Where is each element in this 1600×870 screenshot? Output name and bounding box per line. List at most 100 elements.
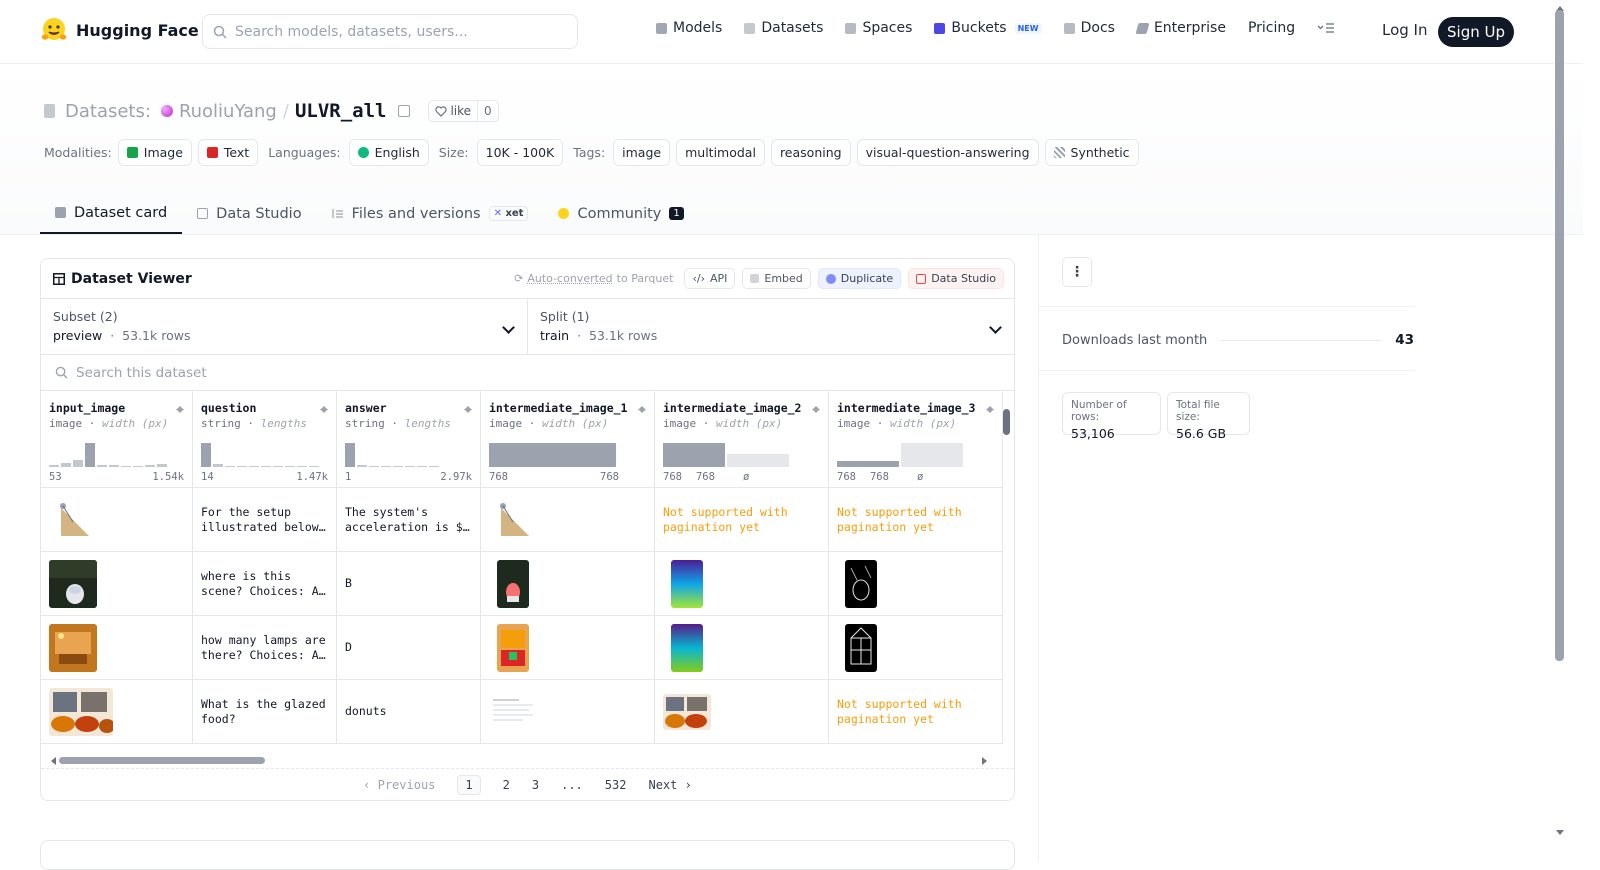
split-select[interactable]: Split (1) train · 53.1k rows bbox=[527, 299, 1014, 354]
sort-icon[interactable] bbox=[986, 402, 994, 414]
cell-image-thumbnail[interactable] bbox=[671, 623, 703, 672]
histogram-bar[interactable] bbox=[273, 466, 283, 467]
page-button-1[interactable]: 1 bbox=[457, 774, 481, 795]
nav-docs[interactable]: Docs bbox=[1063, 20, 1115, 36]
like-button[interactable]: like 0 bbox=[428, 100, 499, 122]
nav-datasets[interactable]: Datasets bbox=[744, 20, 823, 36]
sort-icon[interactable] bbox=[638, 402, 646, 414]
table-horizontal-scrollbar[interactable] bbox=[44, 755, 988, 765]
table-cell[interactable] bbox=[481, 680, 654, 744]
tag-image[interactable]: image bbox=[613, 139, 671, 166]
table-cell[interactable]: Not supported with pagination yet bbox=[829, 680, 1002, 744]
tab-community[interactable]: Community 1 bbox=[543, 193, 698, 234]
table-cell[interactable]: For the setup illustrated below… bbox=[193, 488, 336, 552]
table-cell[interactable] bbox=[41, 616, 192, 680]
cell-image-thumbnail[interactable] bbox=[663, 693, 711, 730]
histogram-bar[interactable] bbox=[97, 465, 107, 467]
cell-image-thumbnail[interactable] bbox=[489, 495, 537, 544]
cell-image-thumbnail[interactable] bbox=[49, 559, 97, 608]
cell-image-thumbnail[interactable] bbox=[49, 623, 97, 672]
tag-size[interactable]: 10K - 100K bbox=[476, 139, 564, 166]
histogram-null-bar[interactable] bbox=[727, 454, 789, 467]
nav-buckets[interactable]: Buckets NEW bbox=[934, 20, 1042, 36]
vertical-scroll-thumb[interactable] bbox=[1003, 409, 1010, 435]
repo-owner-link[interactable]: RuoliuYang bbox=[179, 101, 277, 122]
previous-page-button[interactable]: ‹ Previous bbox=[363, 778, 435, 792]
page-scrollbar-thumb[interactable] bbox=[1555, 10, 1564, 661]
api-button[interactable]: ‹/› API bbox=[684, 268, 736, 289]
histogram-bar[interactable] bbox=[49, 465, 59, 467]
table-vertical-scrollbar[interactable] bbox=[1002, 398, 1012, 746]
table-cell[interactable]: D bbox=[337, 616, 480, 680]
histogram-bar[interactable] bbox=[369, 466, 379, 467]
table-cell[interactable] bbox=[41, 680, 192, 744]
histogram-bar[interactable] bbox=[285, 466, 295, 467]
tag-language-english[interactable]: English bbox=[348, 139, 429, 166]
histogram-bar[interactable] bbox=[357, 465, 367, 467]
cell-image-thumbnail[interactable] bbox=[49, 495, 97, 544]
data-studio-button[interactable]: Data Studio bbox=[908, 268, 1004, 289]
table-cell[interactable]: Not supported with pagination yet bbox=[829, 488, 1002, 552]
more-options-button[interactable]: ⋮ bbox=[1062, 257, 1092, 287]
page-scroll-down-arrow-icon[interactable] bbox=[1556, 830, 1564, 839]
histogram-bar[interactable] bbox=[309, 466, 319, 467]
histogram-bar[interactable] bbox=[213, 464, 223, 467]
histogram-bar[interactable] bbox=[663, 443, 725, 467]
histogram-bar[interactable] bbox=[225, 466, 235, 467]
repo-name-link[interactable]: ULVR_all bbox=[295, 100, 387, 122]
tab-data-studio[interactable]: Data Studio bbox=[182, 193, 316, 234]
cell-image-thumbnail[interactable] bbox=[489, 695, 537, 728]
cell-image-thumbnail[interactable] bbox=[49, 687, 113, 736]
nav-enterprise[interactable]: Enterprise bbox=[1135, 20, 1226, 36]
tag-modality-text[interactable]: Text bbox=[197, 139, 259, 166]
table-cell[interactable]: where is this scene? Choices: A… bbox=[193, 552, 336, 616]
histogram-bar[interactable] bbox=[145, 465, 155, 467]
login-link[interactable]: Log In bbox=[1382, 21, 1428, 39]
page-button-2[interactable]: 2 bbox=[503, 778, 510, 792]
cell-image-thumbnail[interactable] bbox=[845, 623, 877, 672]
sort-icon[interactable] bbox=[812, 402, 820, 414]
table-cell[interactable]: The system's acceleration is $… bbox=[337, 488, 480, 552]
histogram-bar[interactable] bbox=[381, 466, 391, 467]
column-header[interactable]: intermediate_image_3 image · width (px) … bbox=[829, 391, 1002, 488]
page-button-last[interactable]: 532 bbox=[605, 778, 627, 792]
histogram-bar[interactable] bbox=[85, 443, 95, 467]
auto-converted-note[interactable]: ⟳ Auto-converted to Parquet bbox=[514, 272, 673, 285]
horizontal-scroll-thumb[interactable] bbox=[59, 757, 265, 764]
histogram-bar[interactable] bbox=[109, 465, 119, 467]
histogram-bar[interactable] bbox=[157, 464, 167, 467]
copy-icon[interactable] bbox=[398, 105, 411, 117]
table-cell[interactable]: donuts bbox=[337, 680, 480, 744]
table-cell[interactable] bbox=[481, 488, 654, 552]
table-cell[interactable] bbox=[655, 552, 828, 616]
global-search-input[interactable]: Search models, datasets, users... bbox=[202, 14, 578, 49]
scroll-right-arrow-icon[interactable] bbox=[982, 757, 991, 765]
histogram-bar[interactable] bbox=[61, 463, 71, 467]
histogram-bar[interactable] bbox=[261, 466, 271, 467]
histogram-bar[interactable] bbox=[405, 466, 415, 467]
tag-modality-image[interactable]: Image bbox=[117, 139, 192, 166]
embed-button[interactable]: Embed bbox=[742, 268, 811, 289]
histogram-bar[interactable] bbox=[201, 443, 211, 467]
cell-image-thumbnail[interactable] bbox=[497, 623, 529, 672]
auto-converted-link[interactable]: Auto-converted bbox=[527, 272, 612, 285]
tag-multimodal[interactable]: multimodal bbox=[676, 139, 765, 166]
histogram-bar[interactable] bbox=[429, 466, 439, 467]
histogram-bar[interactable] bbox=[837, 461, 899, 467]
table-cell[interactable]: how many lamps are there? Choices: A… bbox=[193, 616, 336, 680]
tag-synthetic[interactable]: Synthetic bbox=[1044, 139, 1139, 166]
column-header[interactable]: intermediate_image_1 image · width (px) … bbox=[481, 391, 654, 488]
tag-vqa[interactable]: visual-question-answering bbox=[856, 139, 1039, 166]
histogram-bar[interactable] bbox=[237, 466, 247, 467]
table-cell[interactable] bbox=[655, 616, 828, 680]
table-cell[interactable] bbox=[655, 680, 828, 744]
histogram-bar[interactable] bbox=[121, 466, 131, 467]
column-header[interactable]: input_image image · width (px) 53 1.54k bbox=[41, 391, 192, 488]
tag-reasoning[interactable]: reasoning bbox=[770, 139, 851, 166]
column-header[interactable]: question string · lengths 14 1.47k bbox=[193, 391, 336, 488]
table-cell[interactable] bbox=[829, 552, 1002, 616]
table-cell[interactable] bbox=[41, 552, 192, 616]
nav-models[interactable]: Models bbox=[656, 20, 722, 36]
table-cell[interactable] bbox=[41, 488, 192, 552]
table-cell[interactable]: Not supported with pagination yet bbox=[655, 488, 828, 552]
